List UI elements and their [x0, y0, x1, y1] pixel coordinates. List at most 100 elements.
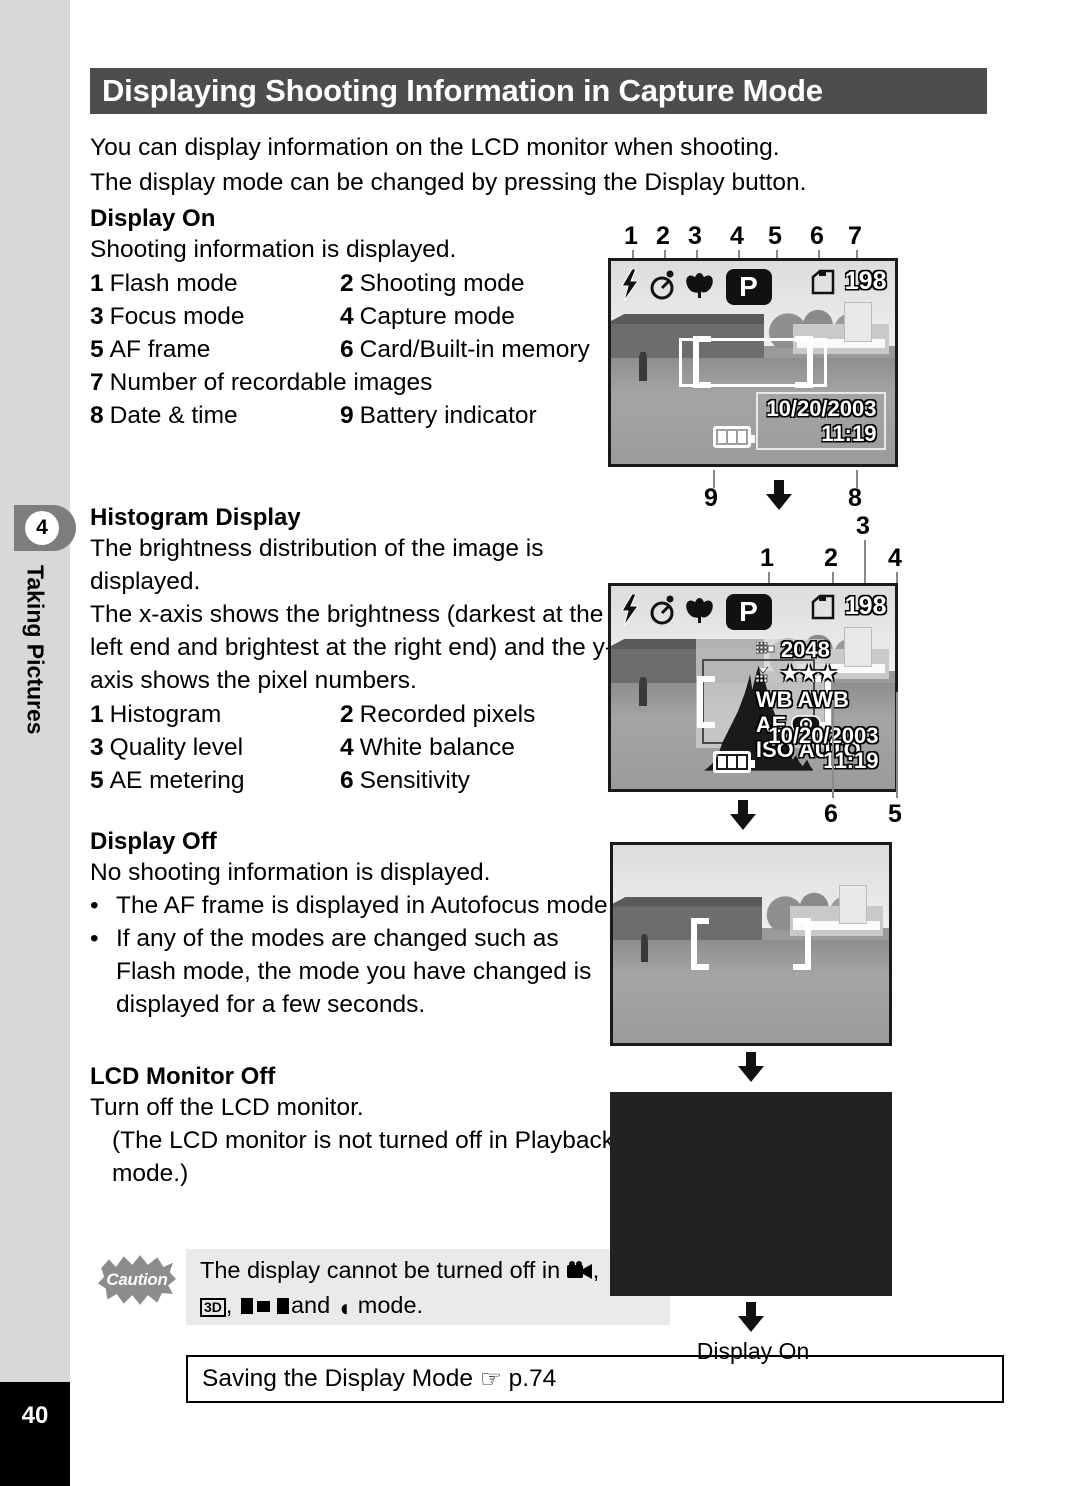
quality-level-icon [755, 665, 776, 683]
leader-line [832, 700, 834, 798]
macro-icon [685, 271, 713, 304]
white-balance-value: AWB [797, 686, 849, 712]
caution-text-part-1: The display cannot be turned off in [200, 1257, 561, 1283]
self-timer-icon [649, 595, 677, 630]
callout-number: 5 [768, 222, 782, 250]
list-item: 3 Quality level [90, 731, 340, 764]
card-icon [811, 269, 835, 295]
list-item: 7 Number of recordable images [90, 366, 432, 399]
flow-arrow-down-icon [766, 480, 792, 512]
date-time-overlay: 10/20/2003 11:19 [760, 721, 886, 775]
bullet-dot: • [90, 925, 99, 952]
panorama-mode-icon [239, 1291, 291, 1314]
white-balance-row: WB AWB [756, 687, 889, 712]
item-number: 4 [340, 303, 354, 330]
date-time-overlay: 10/20/2003 11:19 [756, 391, 887, 450]
list-item: 3 Focus mode [90, 300, 340, 333]
item-number: 5 [90, 767, 104, 794]
callout-number: 1 [624, 222, 638, 250]
recordable-images-count: 198 [844, 267, 887, 296]
recorded-pixels-value: 2048 [780, 636, 830, 662]
list-item: 9 Battery indicator [340, 399, 537, 432]
flash-icon [620, 268, 640, 306]
item-label: White balance [359, 734, 515, 761]
time-text: 11:19 [823, 747, 879, 773]
item-number: 5 [90, 336, 104, 363]
item-label: Shooting mode [359, 270, 525, 297]
voice-recording-icon: ◖ [336, 1295, 352, 1322]
callout-number: 5 [888, 800, 902, 828]
item-label: Date & time [109, 402, 238, 429]
callout-number: 8 [848, 484, 862, 512]
list-item: 5 AE metering [90, 764, 340, 797]
bullet-text-block: If any of the modes are changed such as … [116, 922, 591, 1021]
item-label: Recorded pixels [359, 701, 536, 728]
af-bracket-left [697, 675, 716, 728]
item-label: Capture mode [359, 303, 515, 330]
callout-number: 4 [730, 222, 744, 250]
bullet-text: The AF frame is displayed in Autofocus m… [116, 892, 615, 919]
card-icon [811, 594, 835, 620]
list-item: 1 Histogram [90, 698, 340, 731]
item-number: 2 [340, 701, 354, 728]
leader-line [896, 692, 898, 798]
af-frame-icon [679, 336, 827, 389]
list-item: 6 Card/Built-in memory [340, 333, 590, 366]
caution-comma-1: , [592, 1257, 600, 1283]
quality-level-row: ★★★ [755, 662, 889, 687]
item-label: Flash mode [109, 270, 238, 297]
item-label: Focus mode [109, 303, 245, 330]
callout-number: 4 [888, 544, 902, 572]
af-bracket-left [690, 917, 709, 970]
callout-number: 2 [656, 222, 670, 250]
caution-text-part-4: and [290, 1292, 331, 1318]
recordable-images-count: 198 [844, 592, 887, 621]
item-number: 2 [340, 270, 354, 297]
osd-top-right: 198 [811, 267, 887, 296]
time-text: 11:19 [821, 420, 877, 446]
flash-icon [620, 593, 640, 631]
list-item: 1 Flash mode [90, 267, 340, 300]
item-number: 3 [90, 734, 104, 761]
callout-number: 3 [688, 222, 702, 250]
figure-bottom-caption: Display On [696, 1338, 810, 1364]
item-number: 9 [340, 402, 354, 429]
callout-number: 7 [848, 222, 862, 250]
caution-comma-2: , [225, 1292, 233, 1318]
caution-text-part-5: mode. [357, 1292, 424, 1318]
item-number: 6 [340, 336, 354, 363]
recorded-pixels-row: 2048 [755, 636, 889, 662]
lcd-preview-monitor-off [610, 1092, 892, 1296]
bullet-dot: • [90, 892, 99, 919]
af-bracket-right [794, 336, 813, 389]
movie-mode-icon [566, 1256, 593, 1279]
list-item: 4 Capture mode [340, 300, 515, 333]
chapter-number: 4 [25, 511, 59, 545]
see-also-text: Saving the Display Mode [202, 1365, 474, 1392]
callout-number: 2 [824, 544, 838, 572]
item-number: 1 [90, 701, 104, 728]
list-item: 6 Sensitivity [340, 764, 470, 797]
item-number: 4 [340, 734, 354, 761]
list-item: 5 AF frame [90, 333, 340, 366]
caution-text: The display cannot be turned off in , 3D… [186, 1249, 670, 1325]
date-text: 10/20/2003 [768, 722, 879, 748]
white-balance-label: WB [755, 686, 793, 712]
flow-arrow-down-icon [738, 1052, 764, 1084]
item-label: Quality level [109, 734, 244, 761]
item-label: Card/Built-in memory [359, 336, 590, 363]
item-label: AE metering [109, 767, 245, 794]
af-bracket-left [693, 336, 712, 389]
recorded-pixels-icon [755, 640, 776, 658]
caution-badge-icon: Caution [96, 1251, 178, 1309]
three-d-mode-icon: 3D [200, 1298, 226, 1317]
page-number: 40 [0, 1382, 70, 1486]
item-label: AF frame [109, 336, 211, 363]
callout-number: 6 [824, 800, 838, 828]
callout-number: 1 [760, 544, 774, 572]
lcd-preview-histogram: P 198 2048 ★★★ WB AWB AE ISO AUTO 10/20/… [608, 583, 898, 792]
list-item: 8 Date & time [90, 399, 340, 432]
figure-column: 1 2 3 4 5 6 7 P 198 10/20/2003 11:19 9 8… [608, 0, 990, 1486]
flow-arrow-down-icon [730, 800, 756, 832]
chapter-title-vertical: Taking Pictures [0, 565, 70, 795]
